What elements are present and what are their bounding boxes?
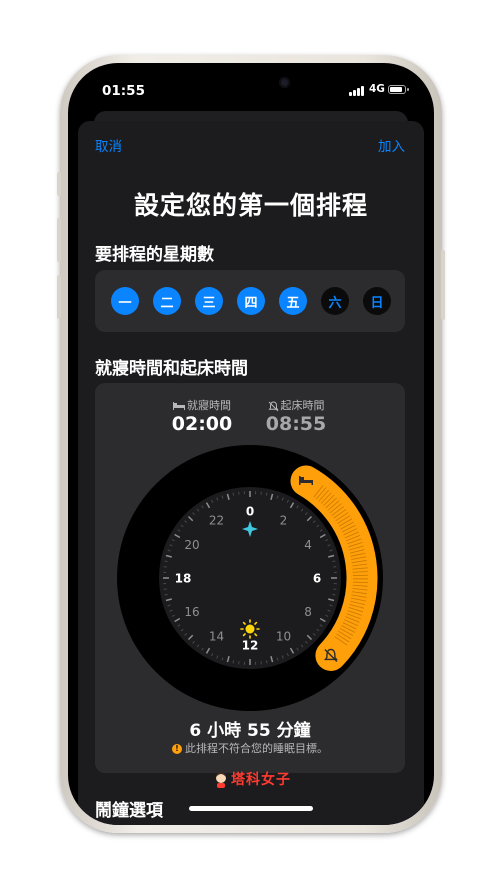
days-card: 一 二 三 四 五 六 日 — [95, 270, 405, 332]
clock-tick — [265, 660, 268, 664]
sleep-duration: 6 小時 55 分鐘 — [189, 721, 311, 741]
add-button[interactable]: 加入 — [378, 135, 405, 155]
battery-icon — [388, 85, 409, 94]
warning-icon: ! — [172, 744, 182, 754]
wakeup-label: 起床時間 — [251, 397, 341, 413]
sleep-goal-warning: ! 此排程不符合您的睡眠目標。 — [95, 740, 405, 756]
clock-hour-label: 14 — [209, 630, 224, 644]
clock-hour-label: 16 — [184, 605, 199, 619]
clock-tick — [164, 593, 168, 596]
mute-switch — [57, 172, 61, 196]
clock-hour-label: 18 — [175, 572, 192, 586]
sleep-clock-card: 就寢時間 02:00 起床時間 08:55 0 2 4 6 8 10 12 14 16 18 20 2… — [95, 383, 405, 773]
clock-tick — [164, 560, 168, 563]
sun-icon — [240, 619, 260, 639]
clock-hour-label: 22 — [209, 513, 224, 527]
day-toggle-fri[interactable]: 五 — [279, 287, 307, 315]
alarm-options-label: 鬧鐘選項 — [95, 801, 163, 821]
day-toggle-sun[interactable]: 日 — [363, 287, 391, 315]
page-title: 設定您的第一個排程 — [133, 191, 368, 220]
clock-hour-label: 12 — [242, 639, 259, 653]
clock-tick — [265, 492, 268, 496]
phone-screen: 01:55 4G 取消 加入 設定您的第一個排程 要排程的星期數 一 二 三 四… — [68, 63, 434, 825]
clock-tick — [332, 560, 336, 563]
signal-icon — [349, 85, 365, 96]
clock-hour-label: 2 — [280, 513, 288, 527]
clock-hour-label: 4 — [304, 538, 312, 552]
clock-hour-label: 20 — [184, 538, 199, 552]
day-toggle-thu[interactable]: 四 — [237, 287, 265, 315]
cancel-button[interactable]: 取消 — [95, 135, 122, 155]
day-toggle-sat[interactable]: 六 — [321, 287, 349, 315]
day-toggle-mon[interactable]: 一 — [111, 287, 139, 315]
clock-tick — [232, 660, 235, 664]
bedtime-label-text: 就寢時間 — [187, 399, 231, 412]
volume-down-button — [57, 275, 61, 319]
day-toggle-tue[interactable]: 二 — [153, 287, 181, 315]
clock-hour-label: 10 — [276, 630, 291, 644]
volume-up-button — [57, 218, 61, 262]
clock-hour-label: 8 — [304, 605, 312, 619]
clock-tick — [332, 593, 336, 596]
days-section-label: 要排程的星期數 — [95, 245, 214, 265]
power-button — [441, 250, 445, 320]
home-indicator[interactable] — [189, 806, 313, 811]
watermark-avatar-icon — [216, 772, 226, 788]
watermark-logo: 塔科女子 — [214, 769, 291, 789]
status-bar: 01:55 4G — [68, 63, 434, 113]
bed-icon — [173, 402, 185, 410]
day-toggle-wed[interactable]: 三 — [195, 287, 223, 315]
clock-hour-label: 6 — [313, 572, 321, 586]
wakeup-label-text: 起床時間 — [280, 399, 325, 412]
clock-hour-label: 0 — [246, 505, 254, 519]
clock-tick — [232, 492, 235, 496]
alarm-bell-icon — [267, 400, 279, 411]
wakeup-value[interactable]: 08:55 — [251, 413, 341, 435]
bedtime-label: 就寢時間 — [157, 397, 247, 413]
network-type: 4G — [369, 83, 385, 95]
warning-text: 此排程不符合您的睡眠目標。 — [185, 742, 328, 755]
bedtime-value[interactable]: 02:00 — [157, 413, 247, 435]
front-camera — [279, 77, 290, 88]
sleep-clock-dial: 0 2 4 6 8 10 12 14 16 18 20 22 — [117, 445, 383, 711]
status-time: 01:55 — [102, 83, 145, 99]
times-section-label: 就寢時間和起床時間 — [95, 359, 248, 379]
watermark-text: 塔科女子 — [231, 772, 291, 788]
